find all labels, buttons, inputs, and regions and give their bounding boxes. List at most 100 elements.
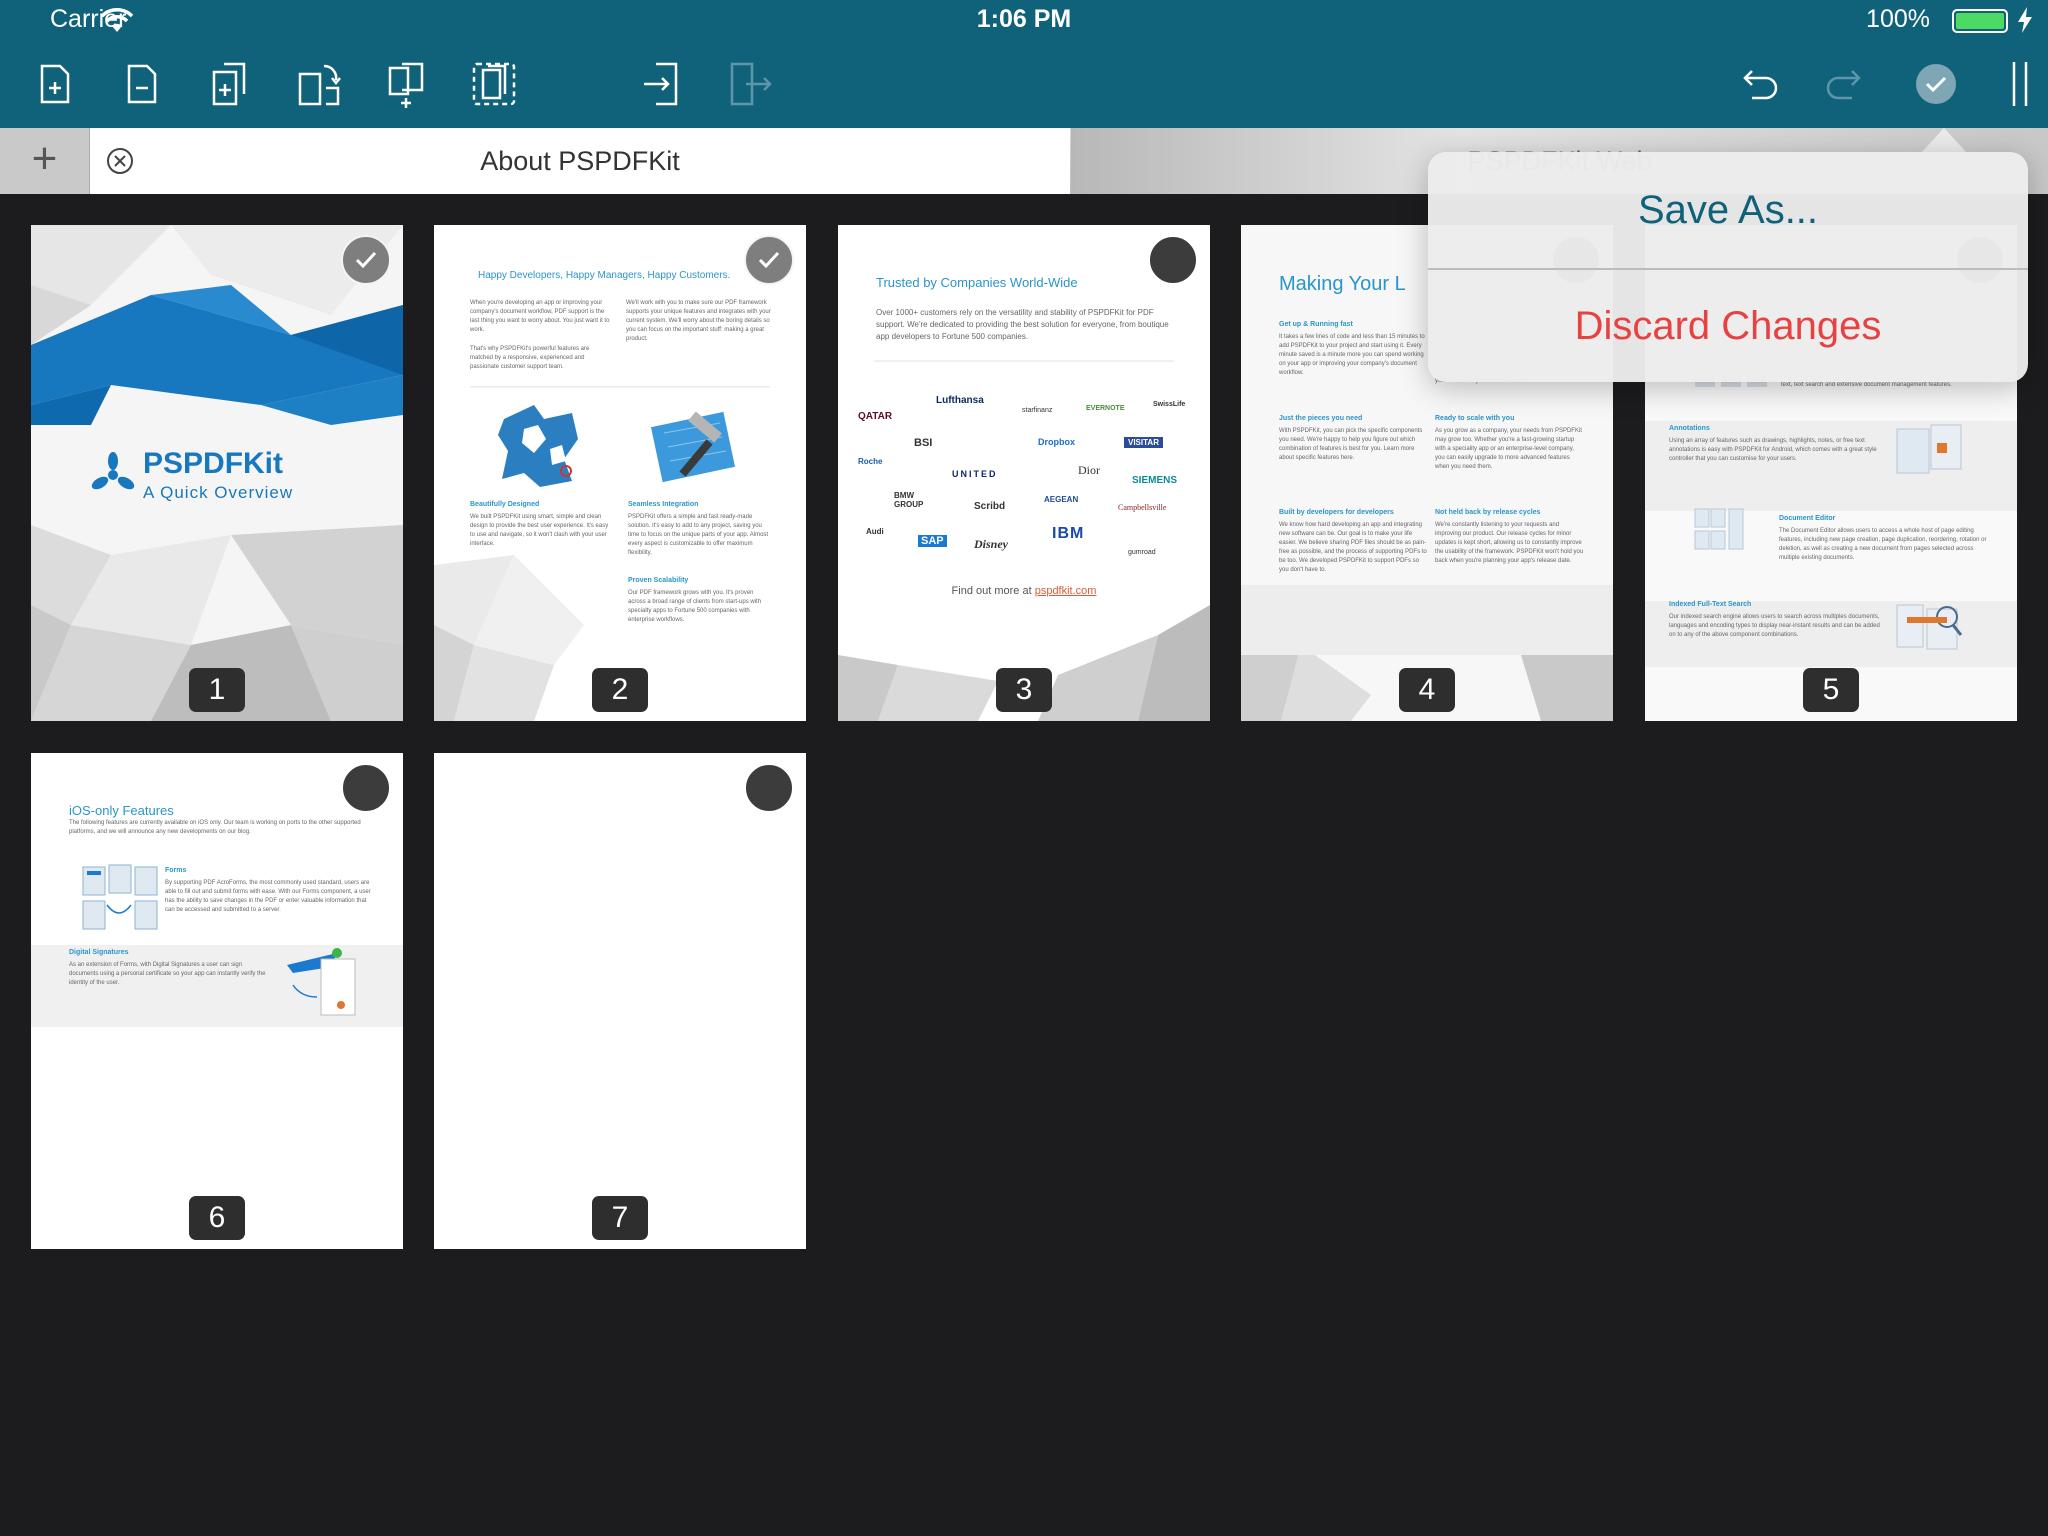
page-footer: Find out more at pspdfkit.com	[838, 585, 1210, 597]
section-heading: Not held back by release cycles	[1435, 509, 1541, 516]
select-all-icon[interactable]	[468, 58, 520, 110]
page-text: Over 1000+ customers rely on the versati…	[876, 308, 1169, 341]
map-illustration-icon	[498, 405, 578, 487]
selection-checkmark[interactable]	[744, 235, 794, 285]
customer-logo: SIEMENS	[1132, 475, 1178, 486]
page-text: As an extension of Forms, with Digital S…	[69, 962, 266, 986]
charging-icon	[2018, 7, 2032, 33]
customer-logo: Disney	[974, 537, 1008, 551]
page-number-badge: 6	[189, 1196, 245, 1240]
page-text: With PSPDFKit, you can pick the specific…	[1279, 428, 1423, 461]
sidebar-icon[interactable]	[1998, 58, 2048, 110]
page-text: The following features are currently ava…	[69, 820, 361, 835]
section-heading: Forms	[165, 867, 187, 874]
page-number-badge: 5	[1803, 668, 1859, 712]
customer-logo: BMW GROUP	[894, 491, 924, 509]
selection-circle[interactable]	[1148, 235, 1198, 285]
page-thumbnail[interactable]: PSPDFKit A Quick Overview 1	[31, 225, 403, 721]
page-text: We built PSPDFKit using smart, simple an…	[470, 514, 609, 547]
section-heading: Beautifully Designed	[470, 501, 540, 508]
page-thumbnail[interactable]: Trusted by Companies World-Wide Over 100…	[838, 225, 1210, 721]
page-number-badge: 1	[189, 668, 245, 712]
page-text: Our indexed search engine allows users t…	[1669, 614, 1880, 638]
page-text: text, text search and extensive document…	[1781, 382, 1952, 388]
section-heading: Digital Signatures	[69, 949, 129, 956]
blueprint-hammer-icon	[650, 411, 736, 483]
export-icon[interactable]	[636, 58, 688, 110]
redo-icon[interactable]	[1818, 58, 1870, 110]
popover-arrow	[1920, 128, 1968, 154]
selection-circle[interactable]	[341, 763, 391, 813]
document-editor-toolbar	[0, 40, 2048, 128]
section-heading: Annotations	[1669, 425, 1710, 432]
section-heading: Indexed Full-Text Search	[1669, 601, 1752, 608]
page-artwork	[838, 360, 1210, 721]
battery-icon	[1952, 9, 2008, 33]
copy-pages-icon[interactable]	[380, 58, 432, 110]
page-heading: iOS-only Features	[69, 803, 174, 818]
brand-name: PSPDFKit	[143, 447, 284, 480]
customer-logo: UNITED	[952, 469, 998, 479]
page-text: PSPDFKit offers a simple and fast ready-…	[628, 514, 769, 556]
selection-checkmark[interactable]	[341, 235, 391, 285]
customer-logo: SwissLife	[1153, 401, 1186, 408]
customer-logo: AEGEAN	[1044, 495, 1079, 504]
customer-logo: QATAR	[858, 411, 893, 422]
customer-logo: starfinanz	[1022, 407, 1053, 414]
import-icon[interactable]	[722, 58, 774, 110]
page-text: That's why PSPDFKit's powerful features …	[470, 346, 590, 370]
page-heading: Trusted by Companies World-Wide	[876, 275, 1078, 290]
page-text: Our PDF framework grows with you. It's p…	[628, 590, 762, 623]
duplicate-page-icon[interactable]	[204, 58, 256, 110]
page-number-badge: 7	[592, 1196, 648, 1240]
rotate-page-icon[interactable]	[292, 58, 344, 110]
customer-logo: EVERNOTE	[1086, 405, 1125, 412]
tab-title: About PSPDFKit	[480, 146, 680, 176]
checkmark-icon	[355, 251, 377, 269]
section-heading: Just the pieces you need	[1279, 415, 1363, 422]
tab-about-pspdfkit[interactable]: About PSPDFKit	[90, 128, 1070, 194]
cover-subtitle: A Quick Overview	[143, 483, 294, 502]
done-icon[interactable]	[1910, 58, 1962, 110]
customer-logo: Scribd	[974, 501, 1006, 512]
page-thumbnail[interactable]: 7	[434, 753, 806, 1249]
section-heading: Ready to scale with you	[1435, 415, 1515, 422]
page-number-badge: 4	[1399, 668, 1455, 712]
status-bar: Carrier 1:06 PM 100%	[0, 0, 2048, 40]
undo-icon[interactable]	[1734, 58, 1786, 110]
section-heading: Document Editor	[1779, 515, 1836, 522]
customer-logo: Dropbox	[1038, 437, 1075, 447]
customer-logo: Roche	[858, 457, 883, 466]
page-heading: Making Your L	[1279, 273, 1406, 295]
battery-percent: 100%	[1866, 5, 1930, 33]
customer-logo: Lufthansa	[936, 395, 984, 406]
page-thumbnail[interactable]: Happy Developers, Happy Managers, Happy …	[434, 225, 806, 721]
checkmark-icon	[758, 251, 780, 269]
page-text: We'll work with you to make sure our PDF…	[626, 300, 771, 342]
save-as-button[interactable]: Save As...	[1428, 152, 2028, 268]
page-text: We know how hard developing an app and i…	[1279, 522, 1427, 573]
customer-logo: Audi	[866, 527, 884, 536]
page-number-badge: 2	[592, 668, 648, 712]
page-number-badge: 3	[996, 668, 1052, 712]
page-thumbnail[interactable]: iOS-only Features The following features…	[31, 753, 403, 1249]
discard-changes-button[interactable]: Discard Changes	[1428, 270, 2028, 382]
customer-logo: Dior	[1078, 463, 1100, 477]
selection-circle[interactable]	[744, 763, 794, 813]
section-heading: Seamless Integration	[628, 501, 699, 508]
page-text: When you're developing an app or improvi…	[470, 300, 610, 333]
section-heading: Get up & Running fast	[1279, 321, 1353, 328]
remove-page-icon[interactable]	[115, 58, 167, 110]
add-page-icon[interactable]	[28, 58, 80, 110]
page-grid: PSPDFKit A Quick Overview 1 Happy Develo…	[0, 194, 2048, 1536]
new-tab-button[interactable]: +	[0, 128, 90, 194]
page-text: The Document Editor allows users to acce…	[1779, 528, 1987, 561]
footer-text: Find out more at	[951, 585, 1035, 597]
save-options-popover: Save As... Discard Changes	[1428, 152, 2028, 382]
customer-logo: SAP	[918, 535, 947, 547]
customer-logo: Campbellsville	[1118, 503, 1167, 512]
page-text: By supporting PDF AcroForms, the most co…	[165, 880, 371, 913]
page-text: Using an array of features such as drawi…	[1669, 438, 1877, 462]
customer-logo: BSI	[914, 437, 933, 449]
customer-logo: IBM	[1052, 525, 1085, 542]
